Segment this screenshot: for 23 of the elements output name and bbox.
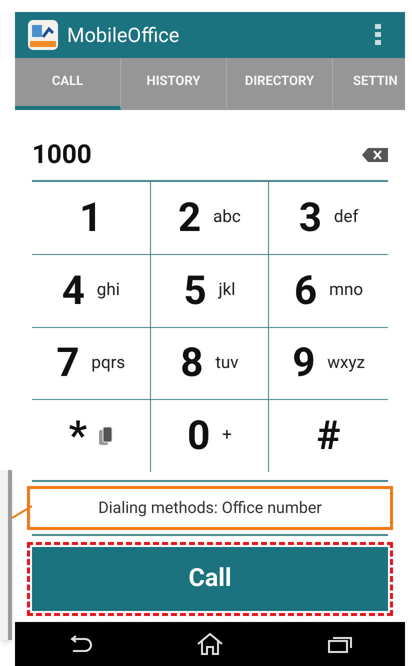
backspace-icon[interactable] [362,148,388,162]
dial-key[interactable]: 8 tuv [150,328,270,400]
dial-key[interactable]: 1 [32,182,151,255]
call-button[interactable]: Call [32,547,388,611]
app-title: MobileOffice [67,22,180,49]
dial-key[interactable]: 9 wxyz [269,328,388,400]
dial-key[interactable]: 6 mno [269,254,388,328]
dial-key[interactable]: 4 ghi [32,254,151,328]
dial-key[interactable]: 5 jkl [150,254,270,328]
dial-key[interactable]: 0 + [150,400,270,472]
recent-apps-icon[interactable] [327,634,354,654]
leader-line [12,505,32,519]
phone-copy-icon [98,426,113,446]
home-icon[interactable] [196,632,224,656]
dial-field[interactable]: 1000 [32,136,92,174]
dial-key[interactable]: # [269,400,388,472]
dial-key[interactable]: 2 abc [150,182,270,255]
dial-key[interactable]: * [32,400,151,472]
overflow-menu-icon[interactable] [375,24,381,46]
dialing-method-label: Dialing methods: Office number [27,486,393,530]
dial-key[interactable]: 7 pqrs [32,328,151,400]
app-logo-icon [27,19,59,51]
dial-key[interactable]: 3 def [269,182,388,255]
